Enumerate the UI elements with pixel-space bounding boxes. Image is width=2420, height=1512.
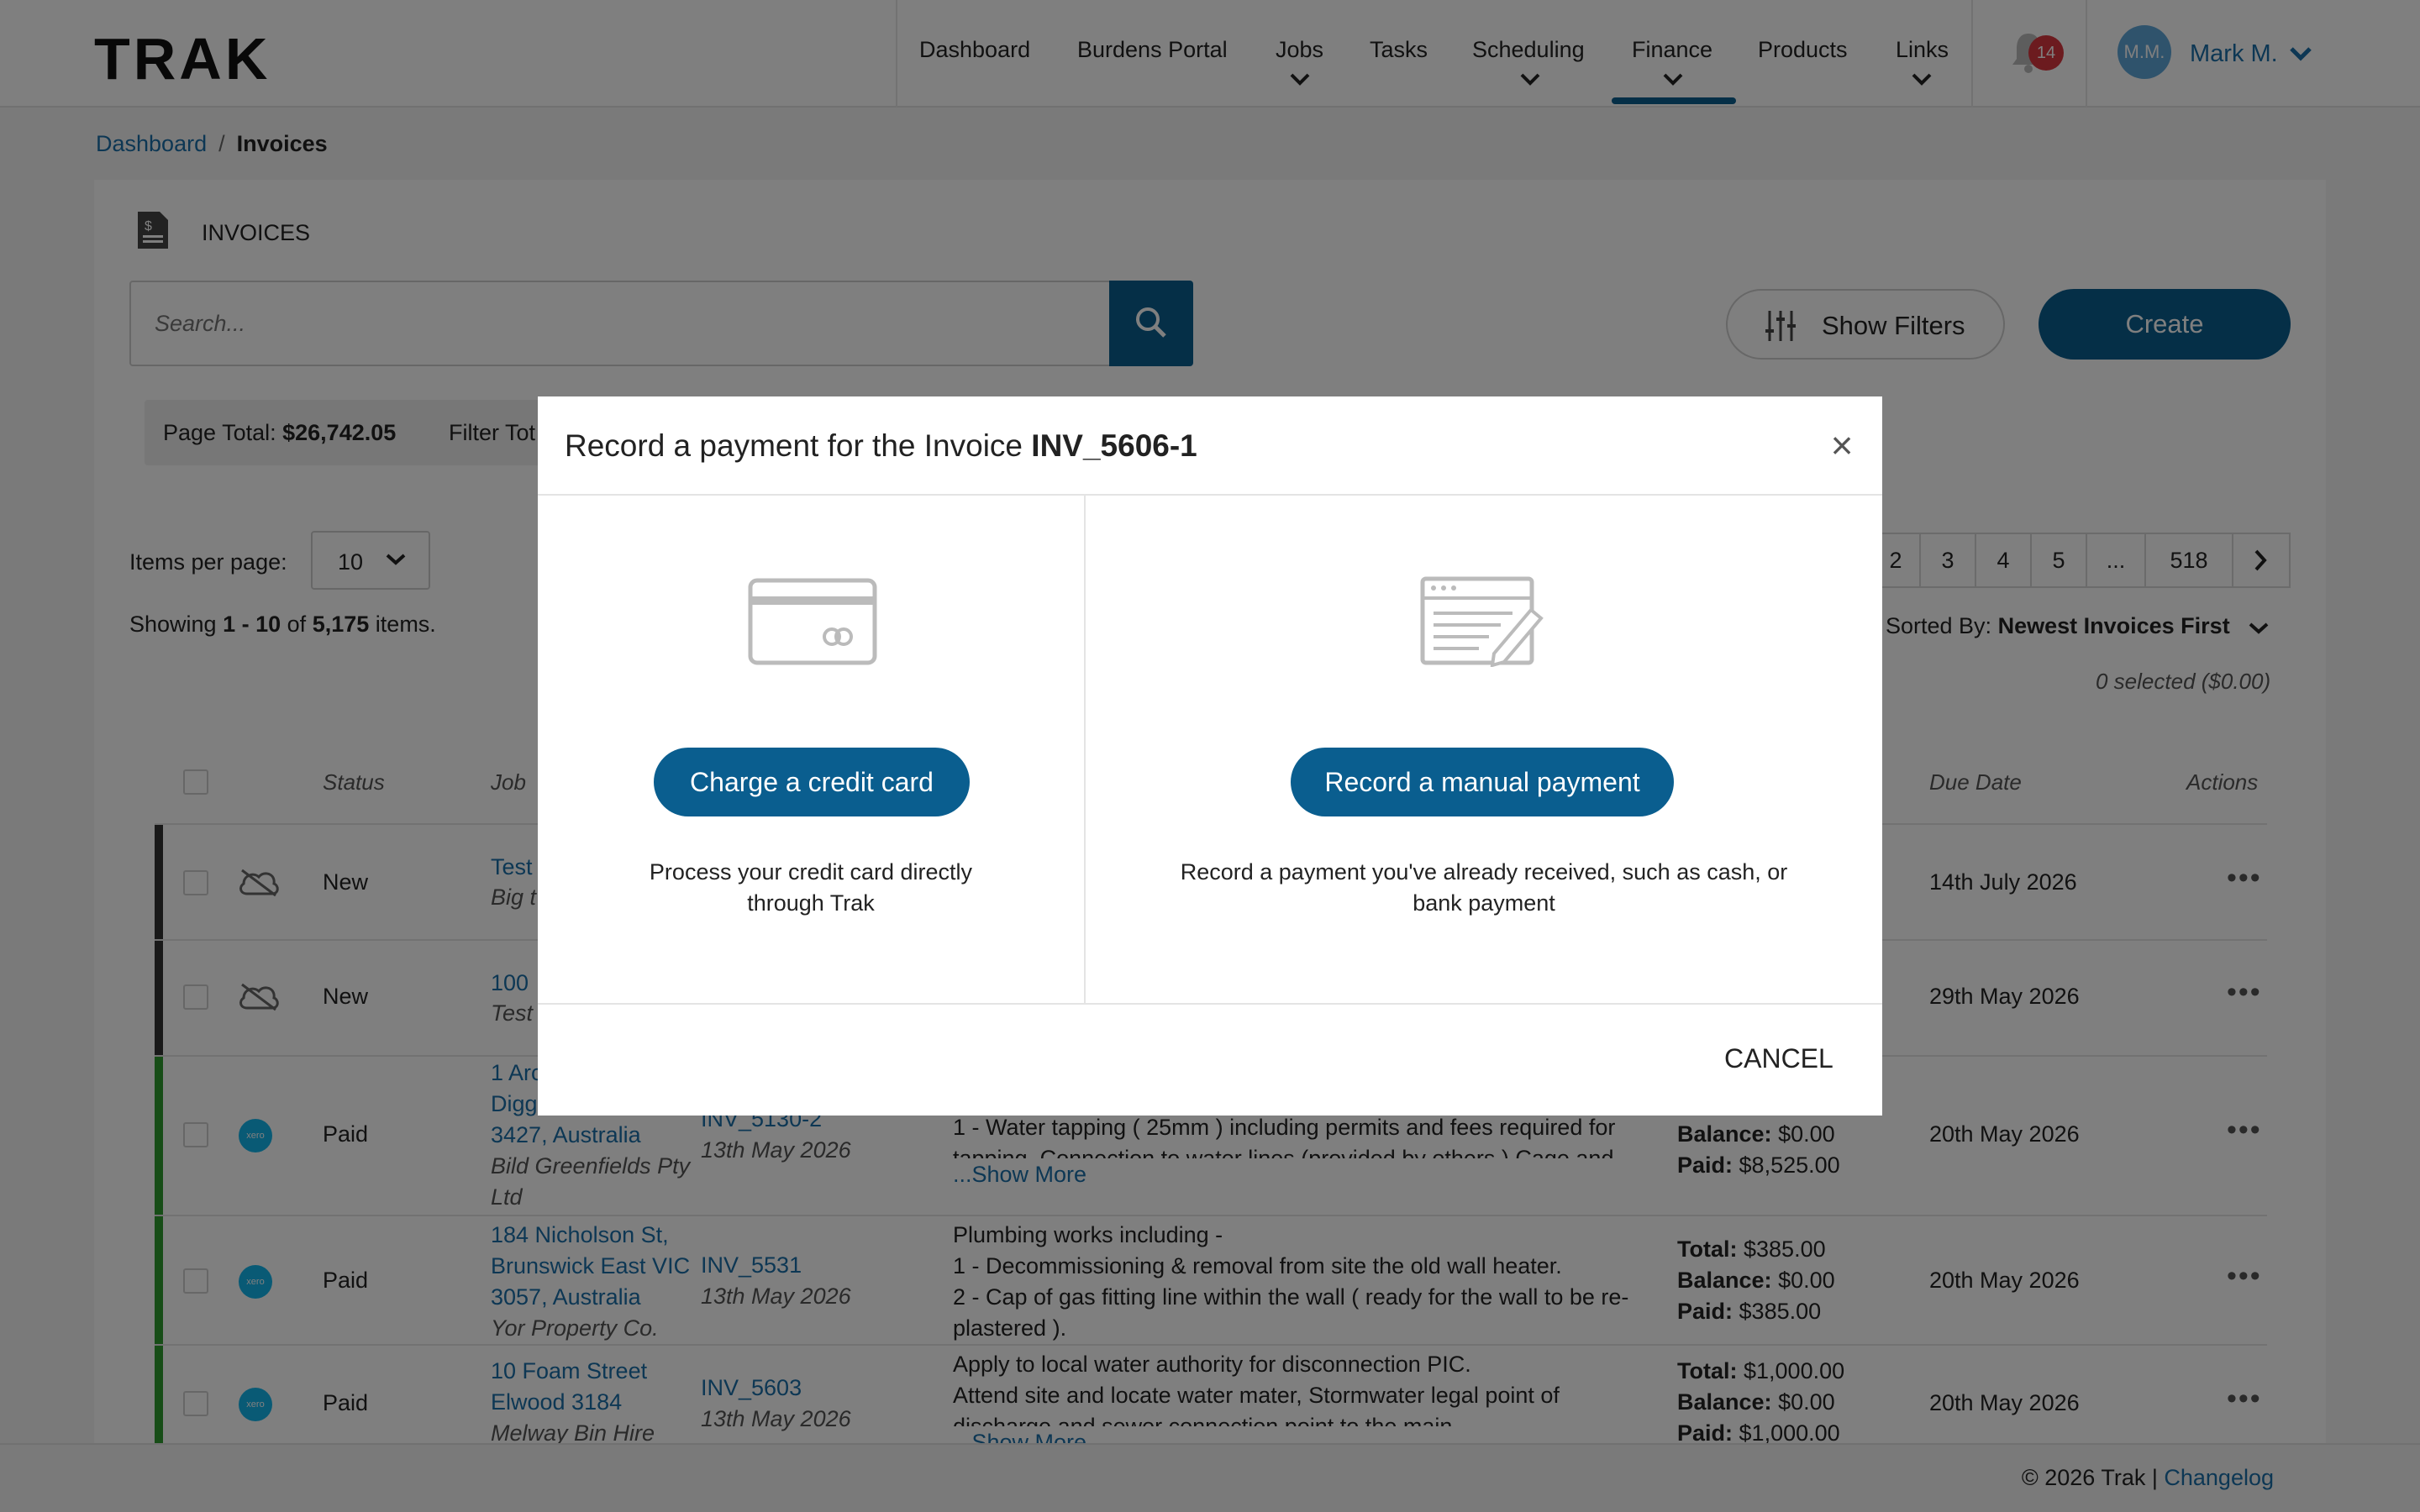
manual-entry-icon xyxy=(1420,576,1546,673)
modal-divider xyxy=(538,494,1882,496)
record-payment-modal: Record a payment for the Invoice INV_560… xyxy=(538,396,1882,1116)
close-icon[interactable]: × xyxy=(1818,422,1865,469)
credit-card-description-line: through Trak xyxy=(747,890,875,916)
cancel-button[interactable]: CANCEL xyxy=(1724,1043,1833,1074)
modal-divider xyxy=(538,1003,1882,1005)
manual-payment-description: Record a payment you've already received… xyxy=(1086,857,1882,919)
charge-credit-card-button[interactable]: Charge a credit card xyxy=(654,748,970,816)
modal-title: Record a payment for the Invoice INV_560… xyxy=(565,428,1197,464)
modal-divider xyxy=(1084,496,1086,1003)
record-manual-payment-button[interactable]: Record a manual payment xyxy=(1291,748,1674,816)
credit-card-icon xyxy=(748,578,877,671)
modal-title-prefix: Record a payment for the Invoice xyxy=(565,428,1023,463)
modal-invoice-number: INV_5606-1 xyxy=(1031,428,1197,463)
credit-card-description-line: Process your credit card directly xyxy=(649,859,973,885)
manual-payment-description-line: Record a payment you've already received… xyxy=(1180,859,1788,885)
credit-card-description: Process your credit card directly throug… xyxy=(538,857,1084,919)
manual-payment-description-line: bank payment xyxy=(1413,890,1555,916)
